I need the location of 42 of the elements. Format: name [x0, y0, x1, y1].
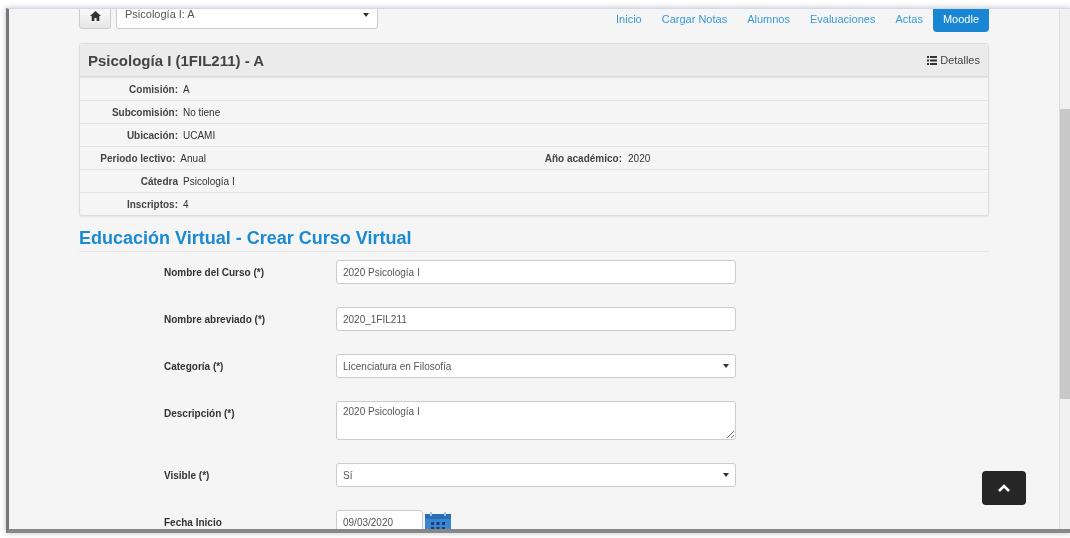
text-field[interactable]: 2020_1FIL211 [336, 307, 736, 331]
field-value: A [183, 83, 191, 95]
field-label: Ubicación: [125, 129, 178, 141]
list-icon [927, 55, 938, 65]
course-title: Psicología I (1FIL211) - A [88, 51, 265, 69]
text-area[interactable]: 2020 Psicología I [336, 401, 736, 440]
course-selector[interactable]: Psicología I: A [116, 9, 378, 29]
date-field[interactable]: 09/03/2020 [336, 510, 423, 529]
caret-icon [363, 13, 369, 17]
field-value: 4 [183, 198, 190, 210]
field-value: Anual [180, 152, 207, 164]
details-button[interactable]: Detalles [927, 54, 980, 66]
section-heading: Educación Virtual - Crear Curso Virtual [79, 228, 989, 252]
form-label: Fecha Inicio [164, 516, 223, 528]
field-label: Inscriptos: [125, 198, 178, 210]
form-label: Visible (*) [164, 469, 211, 481]
scrollbar[interactable] [1059, 9, 1070, 529]
home-button[interactable] [79, 9, 111, 29]
scrollbar-thumb[interactable] [1060, 109, 1070, 399]
scroll-to-top-button[interactable] [982, 471, 1026, 505]
caret-icon [723, 473, 729, 477]
dropdown-field[interactable]: Licenciatura en Filosofía [336, 354, 736, 378]
form-label: Nombre abreviado (*) [164, 313, 267, 325]
text-field[interactable]: 2020 Psicología I [336, 260, 736, 284]
home-icon [89, 11, 101, 21]
calendar-icon[interactable] [425, 512, 451, 529]
form-label: Categoría (*) [164, 360, 225, 372]
field-label: Comisión: [128, 83, 178, 95]
field-value: UCAMI [183, 129, 217, 141]
caret-icon [723, 364, 729, 368]
chevron-up-icon [998, 484, 1010, 492]
form-label: Nombre del Curso (*) [164, 266, 265, 278]
field-value: No tiene [183, 106, 222, 118]
dropdown-field[interactable]: Sí [336, 463, 736, 487]
nav-link[interactable]: Moodle [932, 9, 989, 32]
field-label: Cátedra [139, 175, 178, 187]
form-label: Descripción (*) [164, 407, 236, 419]
field-value: Psicología I [183, 175, 236, 187]
field-label: Año académico: [543, 152, 623, 164]
field-label: Subcomisión: [110, 106, 178, 118]
field-value: 2020 [628, 152, 652, 164]
field-label: Periodo lectivo: [99, 152, 176, 164]
